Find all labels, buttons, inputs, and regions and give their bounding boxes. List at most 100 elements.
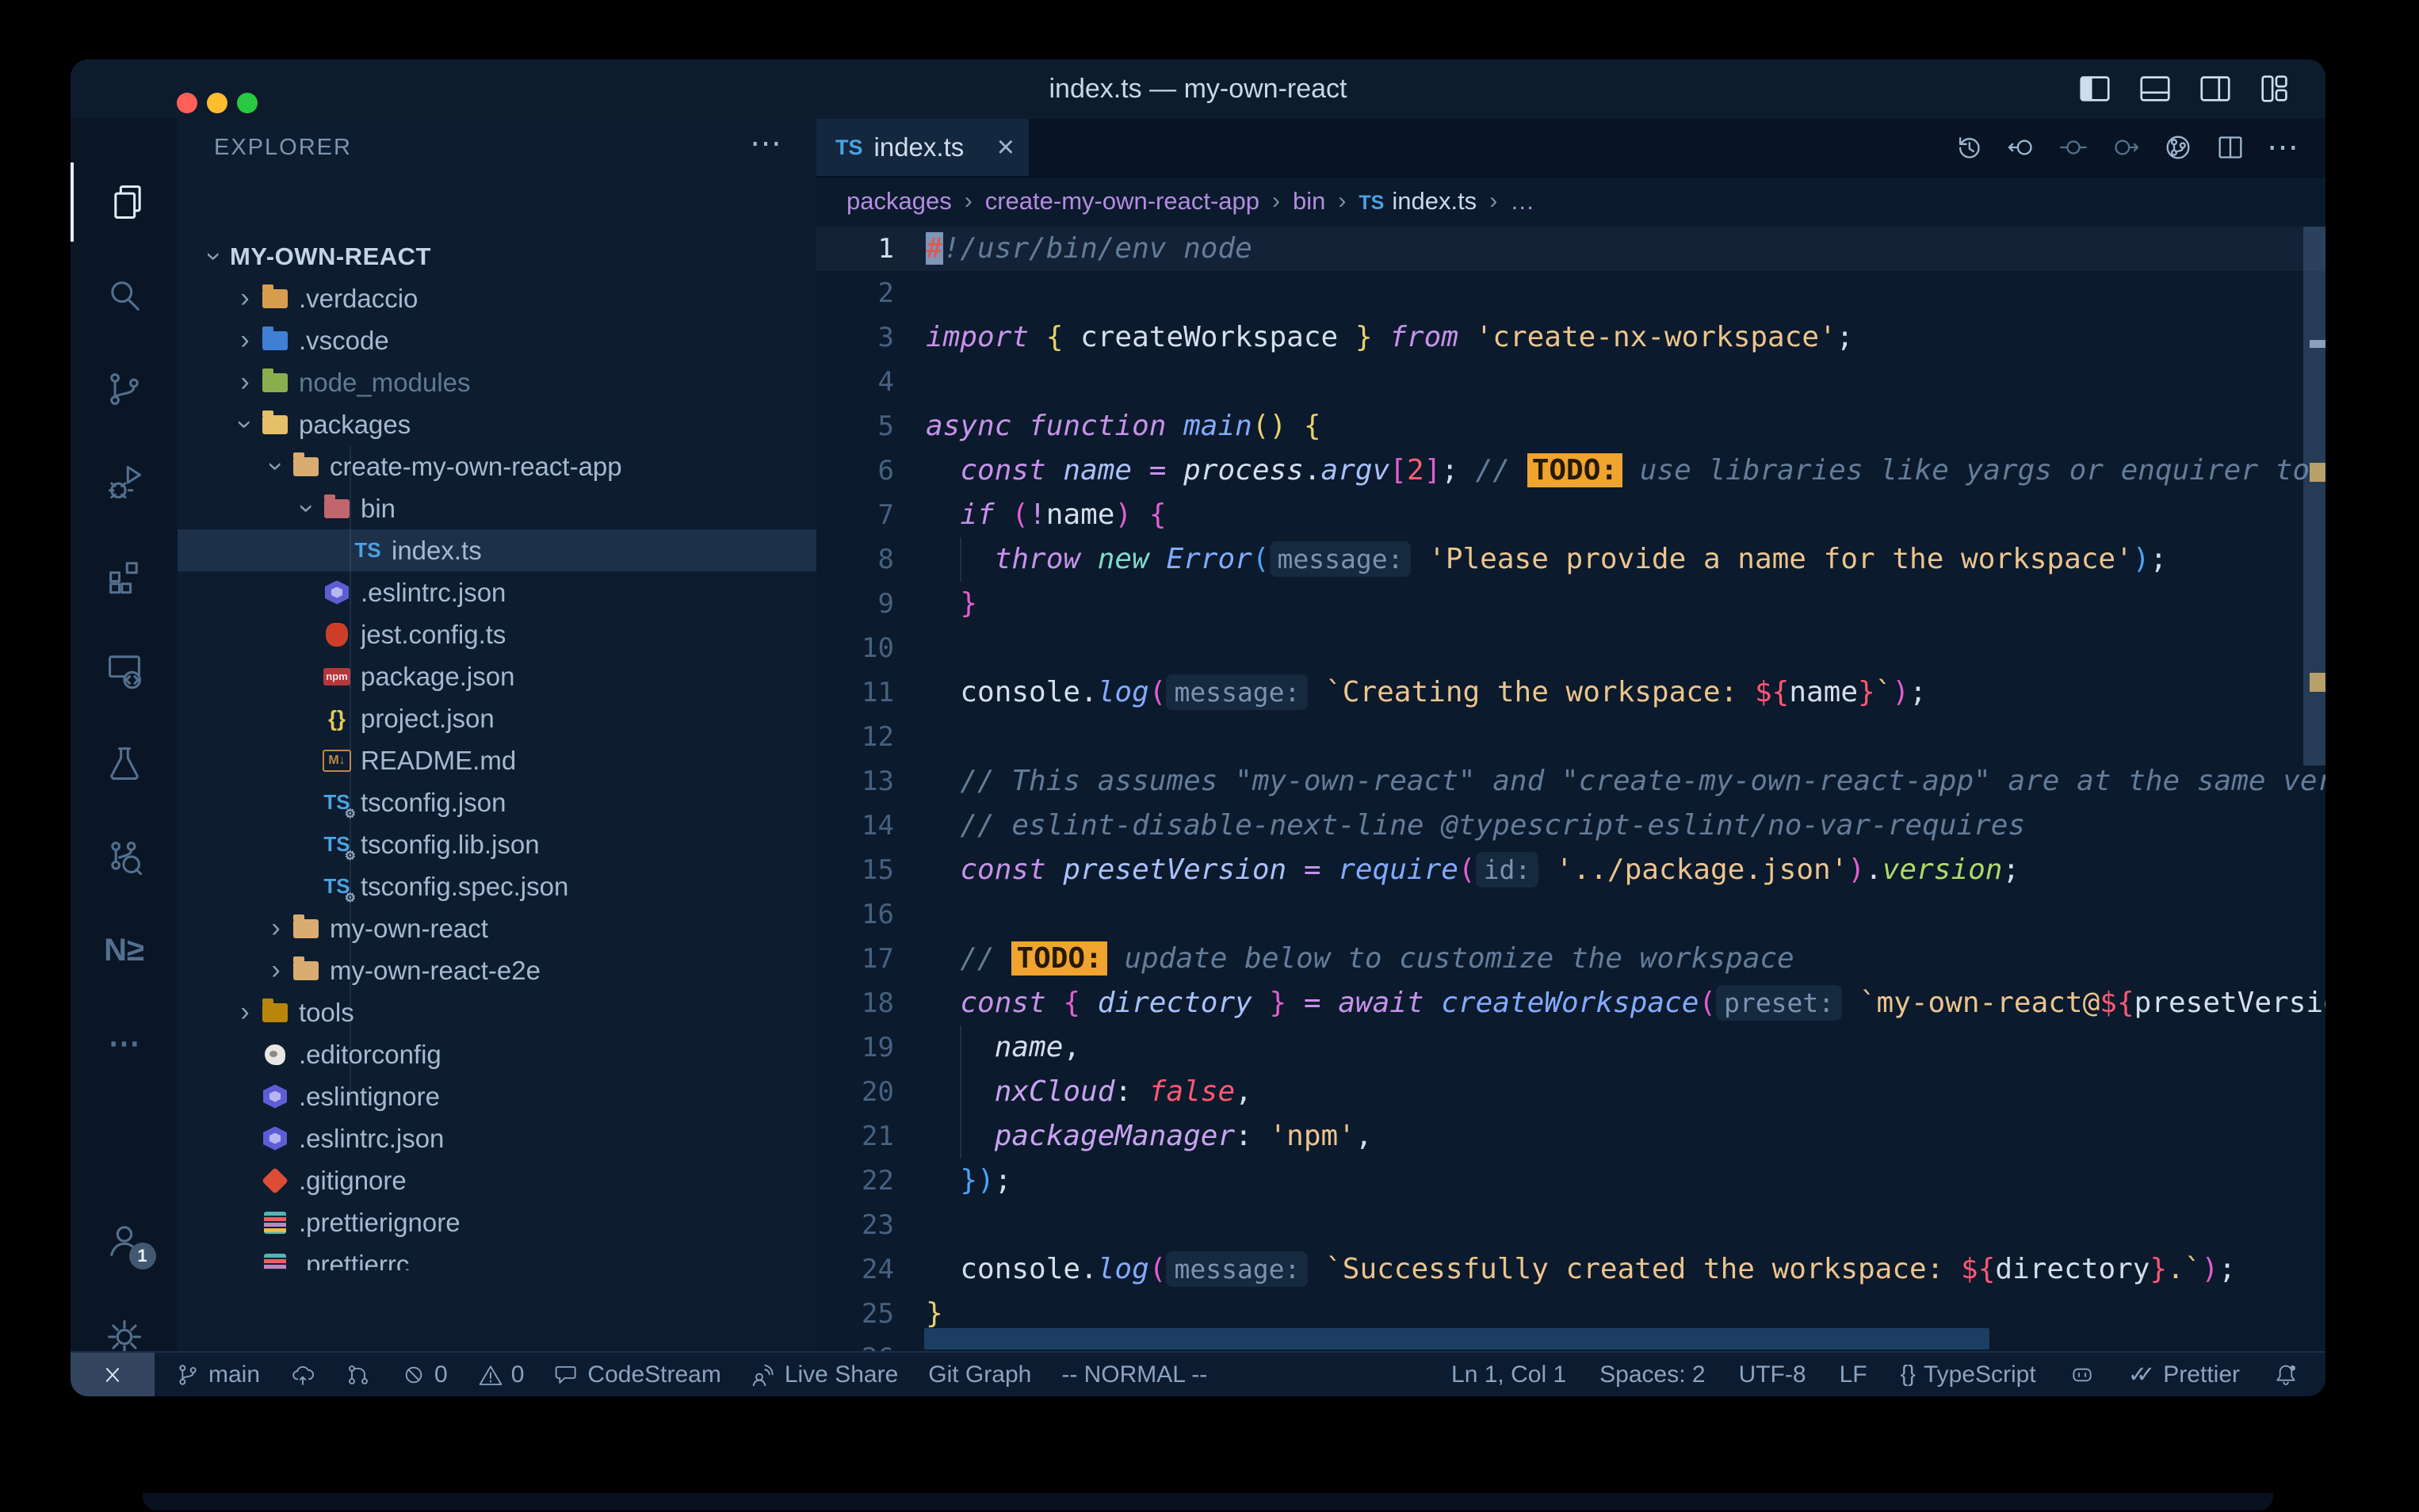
- breadcrumb-item-create-my-own-react-app[interactable]: create-my-own-react-app: [985, 187, 1259, 216]
- layout-sidebar-left-icon[interactable]: [2077, 71, 2113, 107]
- status-prettier[interactable]: ✓✓Prettier: [2128, 1361, 2240, 1388]
- tree-item--editorconfig[interactable]: .editorconfig: [178, 1033, 816, 1075]
- token: (: [1252, 543, 1270, 575]
- more-icon: ⋯: [109, 1025, 140, 1062]
- token: ): [1114, 498, 1132, 531]
- tree-item-jest-config-ts[interactable]: jest.config.ts: [178, 613, 816, 655]
- split-editor-icon[interactable]: [2215, 132, 2246, 163]
- layout-sidebar-right-icon[interactable]: [2197, 71, 2234, 107]
- token: (: [1149, 1253, 1167, 1285]
- activity-item-source-control[interactable]: [71, 349, 178, 429]
- token: (: [1699, 987, 1716, 1019]
- folder-icon: [261, 410, 289, 439]
- tree-item-tools[interactable]: ›tools: [178, 991, 816, 1033]
- tree-item--verdaccio[interactable]: ›.verdaccio: [178, 277, 816, 319]
- tree-item-create-my-own-react-app[interactable]: ›create-my-own-react-app: [178, 445, 816, 487]
- account-badge: 1: [129, 1243, 156, 1270]
- activity-item-gitlens[interactable]: [71, 817, 178, 896]
- breadcrumb-item--[interactable]: …: [1510, 187, 1534, 216]
- status-lf[interactable]: LF: [1840, 1361, 1867, 1388]
- close-tab-icon[interactable]: ×: [991, 131, 1021, 165]
- activity-item-run-debug[interactable]: [71, 443, 178, 522]
- token: name: [995, 1031, 1064, 1063]
- tree-item--eslintignore[interactable]: .eslintignore: [178, 1075, 816, 1117]
- activity-item-accounts[interactable]: 1: [71, 1201, 178, 1280]
- activity-item-search[interactable]: [71, 256, 178, 335]
- activity-item-nx-console[interactable]: N≥: [71, 911, 178, 990]
- layout-grid-icon[interactable]: [2257, 71, 2294, 107]
- activity-item-remote-explorer[interactable]: [71, 630, 178, 709]
- tree-item-node-modules[interactable]: ›node_modules: [178, 361, 816, 403]
- tree-item--eslintrc-json[interactable]: .eslintrc.json: [178, 571, 816, 613]
- circle-left-icon[interactable]: [2058, 132, 2089, 163]
- circle-right-icon[interactable]: [2110, 132, 2142, 163]
- tree-item--vscode[interactable]: ›.vscode: [178, 319, 816, 361]
- activity-item-test-beaker[interactable]: [71, 724, 178, 803]
- token: =: [1132, 454, 1183, 487]
- token: ${: [1755, 676, 1789, 708]
- status-codestream[interactable]: CodeStream: [554, 1361, 720, 1388]
- status-typescript[interactable]: {}TypeScript: [1901, 1361, 2036, 1388]
- status-live-share[interactable]: Live Share: [751, 1361, 898, 1388]
- status-sb-bell[interactable]: [2273, 1362, 2299, 1388]
- status-utf-8[interactable]: UTF-8: [1739, 1361, 1806, 1388]
- line-number: 1: [816, 227, 894, 271]
- tree-item-my-own-react-e2e[interactable]: ›my-own-react-e2e: [178, 949, 816, 991]
- breadcrumb-label: bin: [1293, 187, 1325, 215]
- tree-item-project-json[interactable]: {}project.json: [178, 697, 816, 739]
- tree-item-bin[interactable]: ›bin: [178, 487, 816, 529]
- explorer-more-actions-button[interactable]: ⋯: [750, 125, 781, 162]
- tree-item--prettierignore[interactable]: .prettierignore: [178, 1201, 816, 1243]
- activity-item-more[interactable]: ⋯: [71, 1004, 178, 1083]
- more-icon[interactable]: ⋯: [2267, 132, 2299, 163]
- tree-item-tsconfig-json[interactable]: TStsconfig.json: [178, 781, 816, 823]
- status-sb-copilot[interactable]: [2069, 1362, 2095, 1388]
- code-editor[interactable]: 1#!/usr/bin/env node23import { createWor…: [816, 225, 2325, 1353]
- search: [104, 275, 145, 316]
- tree-item-readme-md[interactable]: M↓README.md: [178, 739, 816, 781]
- tree-item-tsconfig-lib-json[interactable]: TStsconfig.lib.json: [178, 823, 816, 865]
- token: name: [1063, 454, 1132, 487]
- line-number: 4: [816, 360, 894, 404]
- tree-item--eslintrc-json[interactable]: .eslintrc.json: [178, 1117, 816, 1159]
- tree-item-packages[interactable]: ›packages: [178, 403, 816, 445]
- token: }: [926, 1297, 943, 1330]
- breadcrumb-item-bin[interactable]: bin: [1293, 187, 1325, 216]
- status-spaces-2[interactable]: Spaces: 2: [1599, 1361, 1705, 1388]
- status--normal-[interactable]: -- NORMAL --: [1061, 1361, 1207, 1388]
- status-git-graph[interactable]: Git Graph: [928, 1361, 1031, 1388]
- tree-item--gitignore[interactable]: .gitignore: [178, 1159, 816, 1201]
- token: ): [2133, 543, 2150, 575]
- prev-change-icon[interactable]: [2005, 132, 2037, 163]
- tree-item-tsconfig-spec-json[interactable]: TStsconfig.spec.json: [178, 865, 816, 907]
- remote-indicator[interactable]: [71, 1353, 155, 1396]
- status-main[interactable]: main: [175, 1361, 260, 1388]
- breadcrumb-item-index-ts[interactable]: TSindex.ts: [1359, 187, 1477, 216]
- token: =: [1286, 987, 1338, 1019]
- tree-item-package-json[interactable]: npmpackage.json: [178, 655, 816, 697]
- status-0[interactable]: 0: [478, 1361, 525, 1388]
- token: 'create-nx-workspace': [1476, 321, 1836, 353]
- git-circle-icon[interactable]: [2162, 132, 2194, 163]
- status-label: 0: [511, 1361, 525, 1388]
- tree-item--prettierrc[interactable]: .prettierrc: [178, 1243, 816, 1270]
- status-ln-1-col-1[interactable]: Ln 1, Col 1: [1451, 1361, 1566, 1388]
- tree-item-index-ts[interactable]: TSindex.ts: [178, 529, 816, 571]
- layout-panel-icon[interactable]: [2137, 71, 2173, 107]
- status-sb-cloud[interactable]: [290, 1362, 315, 1388]
- horizontal-scrollbar[interactable]: [924, 1328, 1989, 1350]
- tree-item-my-own-react[interactable]: ›my-own-react: [178, 907, 816, 949]
- history-icon[interactable]: [1953, 132, 1985, 163]
- status-0[interactable]: 0: [401, 1361, 448, 1388]
- token: ;: [2218, 1253, 2236, 1285]
- tree-root-my-own-react[interactable]: ›MY-OWN-REACT: [178, 235, 816, 277]
- tab-index-ts[interactable]: TS index.ts ×: [816, 119, 1029, 176]
- status-sb-flow[interactable]: [346, 1362, 371, 1388]
- line-number: 18: [816, 981, 894, 1025]
- vertical-scrollbar[interactable]: [2303, 225, 2325, 1353]
- activity-item-explorer[interactable]: [71, 162, 181, 242]
- typescript-file-icon: TS: [835, 136, 863, 160]
- line-number: 10: [816, 626, 894, 670]
- activity-item-extensions[interactable]: [71, 536, 178, 616]
- breadcrumb-item-packages[interactable]: packages: [846, 187, 952, 216]
